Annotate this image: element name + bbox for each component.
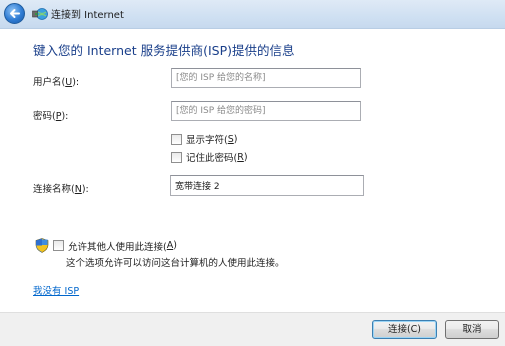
cancel-button[interactable]: 取消 (445, 320, 499, 339)
username-input[interactable] (171, 68, 361, 88)
connection-name-input[interactable] (170, 175, 364, 196)
allow-others-checkbox[interactable] (53, 240, 64, 251)
remember-password-option[interactable]: 记住此密码(R) (171, 150, 248, 164)
page-heading: 键入您的 Internet 服务提供商(ISP)提供的信息 (33, 43, 295, 58)
window-title: 连接到 Internet (51, 10, 124, 21)
remember-password-label: 记住此密码( (186, 153, 238, 164)
back-button[interactable] (4, 3, 25, 24)
show-characters-checkbox[interactable] (171, 133, 182, 145)
show-characters-option[interactable]: 显示字符(S) (171, 132, 237, 146)
allow-others-option[interactable]: 允许其他人使用此连接(A) (35, 238, 177, 253)
remember-password-suffix: ) (243, 151, 248, 163)
show-characters-label: 显示字符( (186, 135, 228, 146)
connect-button[interactable]: 连接(C) (372, 320, 437, 339)
password-label-text: 密码( (33, 111, 56, 122)
back-arrow-icon (10, 9, 20, 18)
connection-name-accel: N (74, 184, 82, 195)
connection-name-label-suffix: ): (81, 184, 89, 195)
allow-others-suffix: ) (173, 240, 177, 251)
remember-password-checkbox[interactable] (171, 151, 182, 163)
username-label: 用户名(U): (33, 74, 79, 88)
password-label: 密码(P): (33, 108, 68, 122)
remember-password-accel: R (237, 151, 244, 163)
username-label-text: 用户名( (33, 77, 66, 88)
title-bar: 连接到 Internet (0, 0, 505, 29)
no-isp-link[interactable]: 我没有 ISP (33, 283, 79, 297)
allow-others-label: 允许其他人使用此连接( (68, 241, 167, 253)
password-input[interactable] (171, 101, 361, 121)
allow-others-description: 这个选项允许可以访问这台计算机的人使用此连接。 (66, 258, 285, 269)
password-label-suffix: ): (61, 111, 69, 122)
connection-name-label-text: 连接名称( (33, 184, 75, 195)
network-globe-icon (32, 8, 48, 20)
show-characters-suffix: ) (233, 133, 238, 145)
connection-name-label: 连接名称(N): (33, 181, 89, 195)
uac-shield-icon (35, 238, 49, 253)
username-label-suffix: ): (72, 77, 80, 88)
